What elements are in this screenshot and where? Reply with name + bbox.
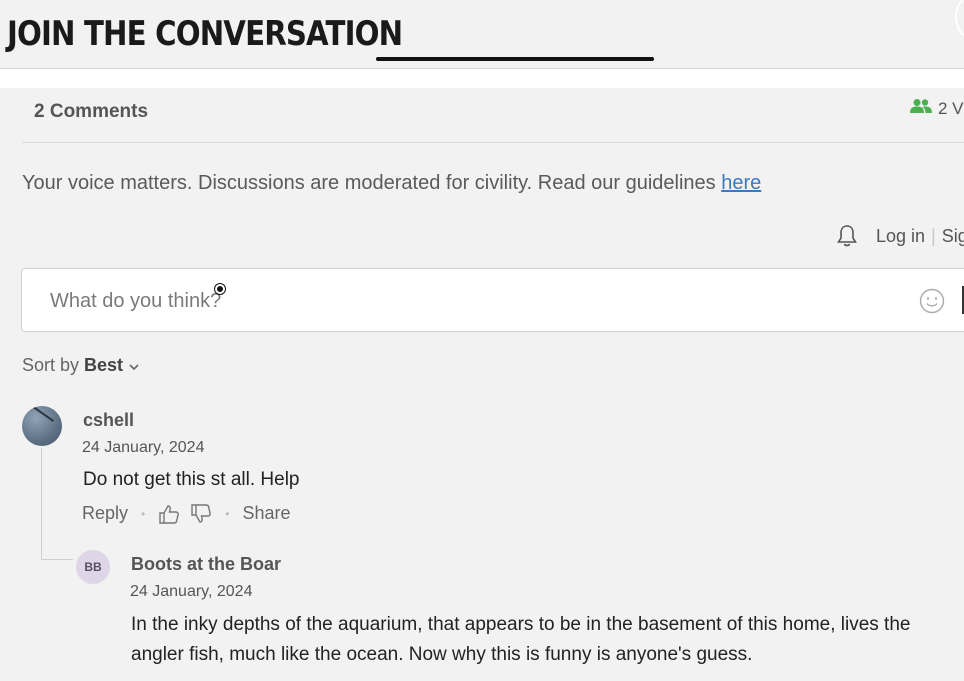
comment-text: In the inky depths of the aquarium, that…	[131, 614, 911, 665]
viewers-count: 2 V	[938, 98, 964, 118]
profile-circle[interactable]	[955, 0, 964, 38]
comment-author[interactable]: cshell	[83, 410, 134, 431]
thread-line	[41, 559, 73, 560]
cursor-icon	[215, 284, 225, 294]
auth-row: Log in | Sig	[836, 224, 964, 248]
avatar[interactable]: BB	[76, 550, 110, 584]
separator-dot: •	[141, 506, 146, 521]
thread-line	[41, 448, 42, 560]
comment-actions: Reply • • Share	[82, 503, 290, 524]
guidelines-link[interactable]: here	[721, 172, 761, 194]
guidelines-notice: Your voice matters. Discussions are mode…	[22, 172, 761, 195]
comments-count: 2 Comments	[34, 101, 149, 122]
auth-separator: |	[931, 225, 936, 246]
scroll-progress-bar	[376, 57, 654, 61]
share-button[interactable]: Share	[242, 503, 290, 524]
separator-dot: •	[225, 506, 230, 521]
sort-prefix: Sort by	[22, 355, 80, 375]
sort-dropdown[interactable]: Sort by Best	[22, 355, 140, 376]
users-icon	[910, 98, 932, 119]
emoji-icon[interactable]	[919, 288, 945, 319]
thumbs-down-icon[interactable]	[190, 503, 212, 524]
guidelines-text: Your voice matters. Discussions are mode…	[22, 172, 722, 194]
spacer-strip	[0, 69, 964, 88]
chevron-down-icon	[128, 355, 140, 376]
divider	[22, 142, 964, 143]
signup-link[interactable]: Sig	[942, 226, 964, 247]
comment-text: Do not get this st all. Help	[83, 469, 300, 490]
comment-date: 24 January, 2024	[82, 439, 205, 456]
viewers-indicator: 2 V	[910, 98, 964, 119]
sort-value: Best	[84, 355, 124, 375]
comment-composer[interactable]	[21, 268, 964, 332]
bell-icon[interactable]	[836, 224, 858, 248]
page-title: JOIN THE CONVERSATION	[7, 14, 403, 54]
reply-button[interactable]: Reply	[82, 503, 128, 524]
comment-date: 24 January, 2024	[130, 583, 253, 600]
comment-input[interactable]	[50, 287, 900, 315]
avatar[interactable]	[22, 406, 62, 446]
login-link[interactable]: Log in	[876, 226, 925, 247]
comment-author[interactable]: Boots at the Boar	[131, 554, 281, 575]
thumbs-up-icon[interactable]	[158, 504, 180, 524]
